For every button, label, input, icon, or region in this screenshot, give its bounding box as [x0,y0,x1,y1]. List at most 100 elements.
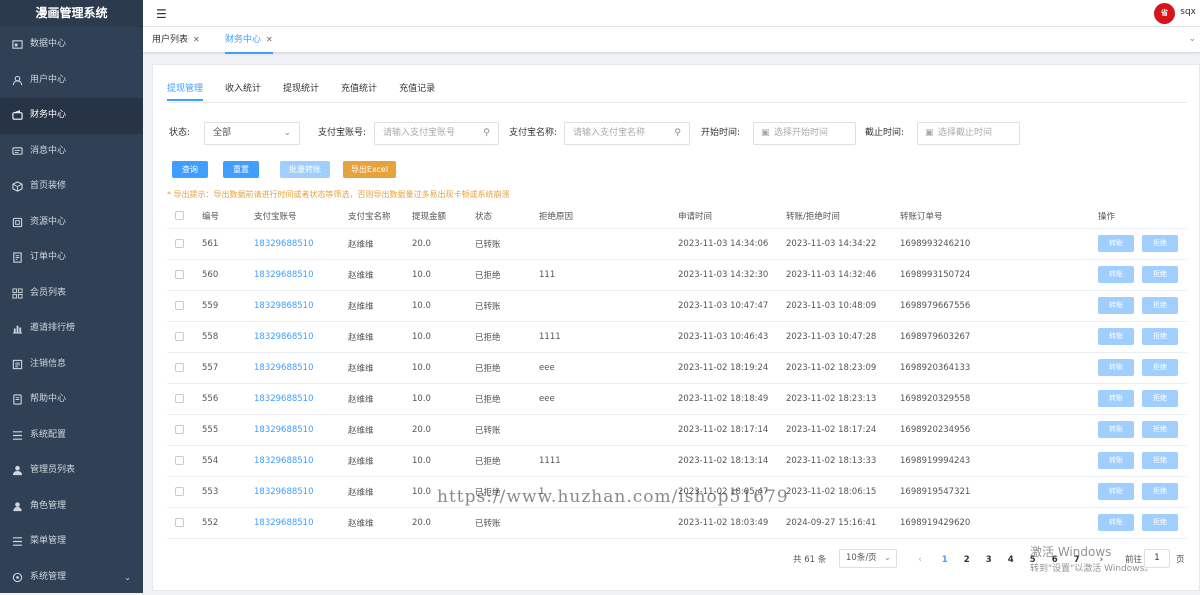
reject-button[interactable]: 拒绝 [1142,421,1178,438]
tab-recharge-stats[interactable]: 充值统计 [341,77,377,101]
reject-button[interactable]: 拒绝 [1142,235,1178,252]
sidebar-item-12[interactable]: 管理员列表 [0,453,143,489]
sidebar-item-0[interactable]: 数据中心 [0,27,143,63]
row-checkbox[interactable] [175,425,184,434]
bar-chart-icon [11,311,23,347]
tag-finance[interactable]: 财务中心✕ [225,33,273,54]
cell-alipay-name: 赵维维 [348,321,412,352]
cell-alipay-account[interactable]: 18329868510 [254,321,348,352]
row-checkbox[interactable] [175,487,184,496]
row-checkbox[interactable] [175,394,184,403]
reject-button[interactable]: 拒绝 [1142,452,1178,469]
row-checkbox[interactable] [175,301,184,310]
transfer-button[interactable]: 转账 [1098,328,1134,345]
alipay-account-input[interactable]: 请输入支付宝账号⚲ [374,122,499,145]
reject-button[interactable]: 拒绝 [1142,514,1178,531]
cell-alipay-account[interactable]: 18329688510 [254,507,348,538]
sidebar-item-1[interactable]: 用户中心 [0,63,143,99]
reject-button[interactable]: 拒绝 [1142,266,1178,283]
transfer-button[interactable]: 转账 [1098,452,1134,469]
transfer-button[interactable]: 转账 [1098,421,1134,438]
cell-id: 557 [202,352,254,383]
cell-status: 已拒绝 [475,445,539,476]
cell-alipay-account[interactable]: 18329688510 [254,445,348,476]
sidebar-item-9[interactable]: 注销信息 [0,347,143,383]
sidebar-item-label: 首页装修 [30,181,66,191]
end-time-input[interactable]: ▣选择截止时间 [917,122,1020,145]
query-button[interactable]: 查询 [172,161,208,178]
reject-button[interactable]: 拒绝 [1142,297,1178,314]
row-checkbox[interactable] [175,239,184,248]
sidebar-item-13[interactable]: 角色管理 [0,489,143,525]
tab-withdraw-stats[interactable]: 提现统计 [283,77,319,101]
cell-alipay-account[interactable]: 18329688510 [254,383,348,414]
cell-alipay-account[interactable]: 18329688510 [254,352,348,383]
row-actions: 转账拒绝 [1098,476,1187,507]
transfer-button[interactable]: 转账 [1098,235,1134,252]
cell-alipay-account[interactable]: 18329688510 [254,228,348,259]
close-icon[interactable]: ✕ [193,35,200,44]
page-number-button[interactable]: 4 [1000,550,1022,570]
username[interactable]: sqx [1180,7,1196,17]
transfer-button[interactable]: 转账 [1098,359,1134,376]
cell-alipay-account[interactable]: 18329688510 [254,476,348,507]
sidebar-item-7[interactable]: 会员列表 [0,276,143,312]
sidebar-item-5[interactable]: 资源中心 [0,205,143,241]
row-actions: 转账拒绝 [1098,321,1187,352]
chevron-down-icon[interactable]: ⌄ [1188,34,1196,44]
sidebar-item-11[interactable]: 系统配置 [0,418,143,454]
status-select[interactable]: 全部⌄ [204,122,300,145]
sidebar-item-14[interactable]: 菜单管理 [0,524,143,560]
transfer-button[interactable]: 转账 [1098,297,1134,314]
cell-alipay-account[interactable]: 18329688510 [254,414,348,445]
cell-alipay-account[interactable]: 18329868510 [254,290,348,321]
batch-transfer-button[interactable]: 批量转账 [280,161,330,178]
row-checkbox[interactable] [175,518,184,527]
cell-order-no: 1698919994243 [900,445,1098,476]
prev-page-button[interactable]: ‹ [909,550,931,570]
settings-list-icon [11,418,23,454]
page-number-button[interactable]: 3 [978,550,1000,570]
row-checkbox[interactable] [175,332,184,341]
page-size-select[interactable]: 10条/页⌄ [839,549,897,568]
cell-alipay-account[interactable]: 18329688510 [254,259,348,290]
select-all-checkbox[interactable] [175,211,184,220]
alipay-name-input[interactable]: 请输入支付宝名称⚲ [564,122,690,145]
sidebar-item-15[interactable]: 系统管理⌄ [0,560,143,595]
transfer-button[interactable]: 转账 [1098,514,1134,531]
cell-order-no: 1698919429620 [900,507,1098,538]
transfer-button[interactable]: 转账 [1098,390,1134,407]
tag-user-list[interactable]: 用户列表✕ [152,33,200,47]
sidebar-item-4[interactable]: 首页装修 [0,169,143,205]
row-checkbox[interactable] [175,270,184,279]
search-icon: ⚲ [483,123,490,144]
sidebar-item-2[interactable]: 财务中心 [0,98,143,134]
transfer-button[interactable]: 转账 [1098,266,1134,283]
reject-button[interactable]: 拒绝 [1142,328,1178,345]
col-actions: 操作 [1098,204,1187,228]
reset-button[interactable]: 重置 [223,161,259,178]
table-row: 55218329688510赵维维20.0已转账2023-11-02 18:03… [167,507,1187,538]
sidebar-item-6[interactable]: 订单中心 [0,240,143,276]
reject-button[interactable]: 拒绝 [1142,359,1178,376]
start-time-input[interactable]: ▣选择开始时间 [753,122,856,145]
row-checkbox[interactable] [175,363,184,372]
export-excel-button[interactable]: 导出Excel [343,161,396,178]
sidebar-item-3[interactable]: 消息中心 [0,134,143,170]
transfer-button[interactable]: 转账 [1098,483,1134,500]
page-number-button[interactable]: 2 [956,550,978,570]
wallet-icon [11,98,23,134]
close-icon[interactable]: ✕ [266,35,273,44]
reject-button[interactable]: 拒绝 [1142,390,1178,407]
sidebar-item-8[interactable]: 邀请排行榜 [0,311,143,347]
row-checkbox[interactable] [175,456,184,465]
page-number-button[interactable]: 1 [934,550,956,570]
tab-withdraw-manage[interactable]: 提现管理 [167,77,203,101]
hamburger-icon[interactable]: ☰ [156,7,167,21]
tab-recharge-records[interactable]: 充值记录 [399,77,435,101]
avatar[interactable]: 省 [1154,3,1175,24]
sidebar-item-10[interactable]: 帮助中心 [0,382,143,418]
col-id: 编号 [202,204,254,228]
tab-income-stats[interactable]: 收入统计 [225,77,261,101]
reject-button[interactable]: 拒绝 [1142,483,1178,500]
